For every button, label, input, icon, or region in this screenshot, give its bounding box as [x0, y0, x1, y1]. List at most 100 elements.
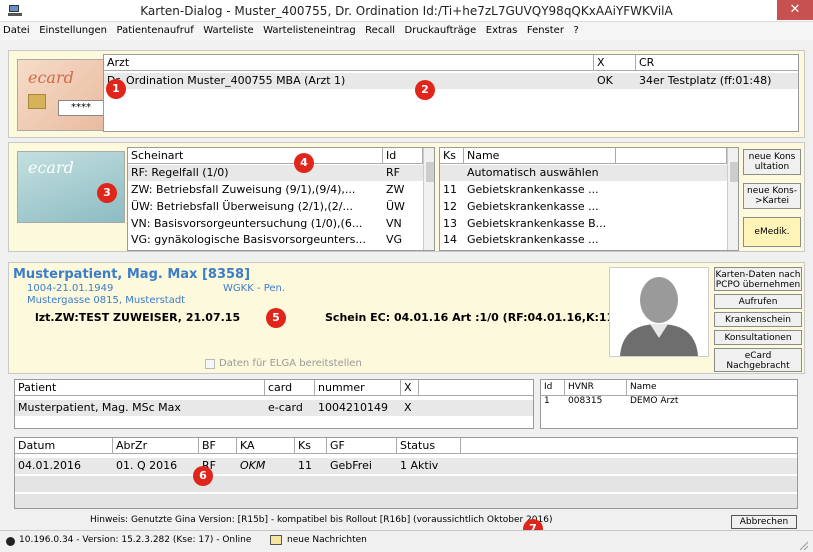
zuweiser-info: lzt.ZW:TEST ZUWEISER, 21.07.15 — [35, 311, 241, 324]
nummer-cell: 1004210149 — [318, 401, 388, 414]
table-row-empty — [15, 494, 797, 508]
menu-extras[interactable]: Extras — [483, 22, 521, 36]
patient-cell: Musterpatient, Mag. MSc Max — [18, 401, 181, 414]
col-arzt[interactable]: Arzt — [104, 55, 594, 71]
menu-druckauftraege[interactable]: Druckaufträge — [402, 22, 480, 36]
col-cr[interactable]: CR — [636, 55, 798, 71]
konsultation-table: Datum AbrZr BF KA Ks GF Status 04.01.201… — [14, 437, 798, 509]
col-card[interactable]: card — [265, 380, 315, 396]
schein-id-5: VG — [386, 233, 403, 245]
scroll-thumb[interactable] — [730, 162, 738, 182]
schein-row-3[interactable]: ÜW: Betriebsfall Überweisung (2/1),(2/..… — [128, 199, 383, 215]
patient-table: Patient card nummer X Musterpatient, Mag… — [14, 379, 534, 429]
col-abrzr[interactable]: AbrZr — [113, 438, 199, 454]
card-cell: e-card — [268, 401, 303, 414]
abrzr-cell: 01. Q 2016 — [116, 459, 178, 472]
person-icon — [620, 277, 698, 356]
col-scheinart[interactable]: Scheinart — [128, 148, 383, 164]
kasse-name-4[interactable]: Gebietskrankenkasse B... — [464, 216, 624, 232]
menu-help[interactable]: ? — [570, 22, 581, 36]
aufrufen-button[interactable]: Aufrufen — [714, 294, 802, 309]
col-name[interactable]: Name — [464, 148, 616, 164]
col-gf[interactable]: GF — [327, 438, 397, 454]
kasse-name-2[interactable]: Gebietskrankenkasse ... — [464, 182, 624, 198]
menu-wartelisteneintrag[interactable]: Wartelisteneintrag — [260, 22, 359, 36]
close-button[interactable]: ✕ — [777, 0, 813, 20]
col-status[interactable]: Status — [397, 438, 461, 454]
col-bf[interactable]: BF — [199, 438, 237, 454]
scroll-thumb[interactable] — [426, 162, 434, 182]
callout-badge-2: 2 — [415, 80, 435, 100]
kasse-ks-4: 13 — [443, 217, 457, 230]
schein-id-1: RF — [386, 166, 400, 179]
emedik-button[interactable]: eMedik. — [743, 217, 801, 247]
col-patient[interactable]: Patient — [15, 380, 265, 396]
new-messages[interactable]: neue Nachrichten — [287, 535, 367, 545]
menu-patientenaufruf[interactable]: Patientenaufruf — [113, 22, 196, 36]
kasse-name-5[interactable]: Gebietskrankenkasse ... — [464, 233, 624, 245]
elga-checkbox[interactable] — [205, 359, 215, 369]
patient-address: Mustergasse 0815, Musterstadt — [27, 295, 186, 306]
schein-row-5[interactable]: VG: gynäkologische Basisvorsorgeunters..… — [128, 233, 383, 245]
kasse-table: Ks Name Automatisch auswählen 11 Gebiets… — [439, 147, 739, 251]
scheinart-table: Scheinart Id RF: Regelfall (1/0) RF ZW: … — [127, 147, 435, 251]
konsultationen-button[interactable]: Konsultationen — [714, 330, 802, 345]
x-cell: X — [404, 401, 412, 414]
col-ks[interactable]: Ks — [295, 438, 327, 454]
pin-field: **** — [58, 100, 104, 116]
kasse-name-3[interactable]: Gebietskrankenkasse ... — [464, 199, 624, 215]
doctor-name: Dr. Ordination Muster_400755 MBA (Arzt 1… — [107, 74, 346, 87]
col-empty — [419, 380, 533, 396]
schein-info: Schein EC: 04.01.16 Art :1/0 (RF:04.01.1… — [325, 311, 620, 324]
kasse-scrollbar[interactable] — [727, 148, 738, 250]
title-bar: Karten-Dialog - Muster_400755, Dr. Ordin… — [0, 0, 813, 22]
callout-badge-5: 5 — [266, 308, 286, 328]
version-hint: Hinweis: Genutzte Gina Version: [R15b] -… — [90, 515, 553, 525]
schein-row-2[interactable]: ZW: Betriebsfall Zuweisung (9/1),(9/4),.… — [128, 182, 383, 198]
menu-datei[interactable]: Datei — [0, 22, 33, 36]
doctor-cr: 34er Testplatz (ff:01:48) — [639, 74, 772, 87]
col-id[interactable]: Id — [383, 148, 423, 164]
kasse-ks-3: 12 — [443, 200, 457, 213]
schein-row-4[interactable]: VN: Basisvorsorgeuntersuchung (1/0),(6..… — [128, 216, 383, 232]
neue-konsultation-button[interactable]: neue Kons ultation — [743, 149, 801, 175]
menu-fenster[interactable]: Fenster — [524, 22, 567, 36]
ecard-nachgebracht-button[interactable]: eCard Nachgebracht — [714, 348, 802, 372]
schein-id-3: ÜW — [386, 200, 405, 213]
arzt-name-cell: DEMO Arzt — [630, 396, 679, 406]
arzt-small-table: Id HVNR Name 1 008315 DEMO Arzt — [540, 379, 798, 429]
neue-kons-kartei-button[interactable]: neue Kons->Kartei — [743, 183, 801, 209]
callout-badge-1: 1 — [106, 79, 126, 99]
status-text: 10.196.0.34 - Version: 15.2.3.282 (Kse: … — [19, 535, 252, 545]
kasse-ks-1 — [440, 165, 464, 181]
menu-warteliste[interactable]: Warteliste — [200, 22, 256, 36]
window-title: Karten-Dialog - Muster_400755, Dr. Ordin… — [140, 4, 673, 18]
callout-badge-6: 6 — [193, 466, 213, 486]
col-empty — [461, 438, 797, 454]
scheinart-scrollbar[interactable] — [423, 148, 434, 250]
patient-birth: 1004-21.01.1949 — [27, 283, 114, 294]
arzt-id-cell: 1 — [544, 396, 550, 406]
cancel-button[interactable]: Abbrechen — [731, 515, 797, 529]
menu-recall[interactable]: Recall — [362, 22, 398, 36]
col-x[interactable]: X — [401, 380, 419, 396]
patient-name: Musterpatient, Mag. Max [8358] — [13, 267, 251, 282]
schein-row-1[interactable]: RF: Regelfall (1/0) — [128, 165, 383, 181]
arzt-hvnr-cell: 008315 — [568, 396, 603, 406]
resize-grip-icon[interactable] — [797, 539, 809, 551]
patient-panel: Musterpatient, Mag. Max [8358] 1004-21.0… — [8, 262, 805, 374]
doctor-x: OK — [597, 74, 613, 87]
menu-einstellungen[interactable]: Einstellungen — [36, 22, 110, 36]
kasse-name-1[interactable]: Automatisch auswählen — [464, 165, 624, 181]
karten-daten-button[interactable]: Karten-Daten nach PCPO übernehmen — [714, 267, 802, 291]
col-nummer[interactable]: nummer — [315, 380, 401, 396]
col-datum[interactable]: Datum — [15, 438, 113, 454]
col-ks[interactable]: Ks — [440, 148, 464, 164]
krankenschein-button[interactable]: Krankenschein — [714, 312, 802, 327]
col-ka[interactable]: KA — [237, 438, 295, 454]
kasse-ks-2: 11 — [443, 183, 457, 196]
doctor-table: Arzt X CR Dr. Ordination Muster_400755 M… — [103, 54, 799, 132]
status-cell: 1 Aktiv — [400, 459, 439, 472]
col-x[interactable]: X — [594, 55, 636, 71]
menu-bar: Datei Einstellungen Patientenaufruf Wart… — [0, 22, 813, 40]
